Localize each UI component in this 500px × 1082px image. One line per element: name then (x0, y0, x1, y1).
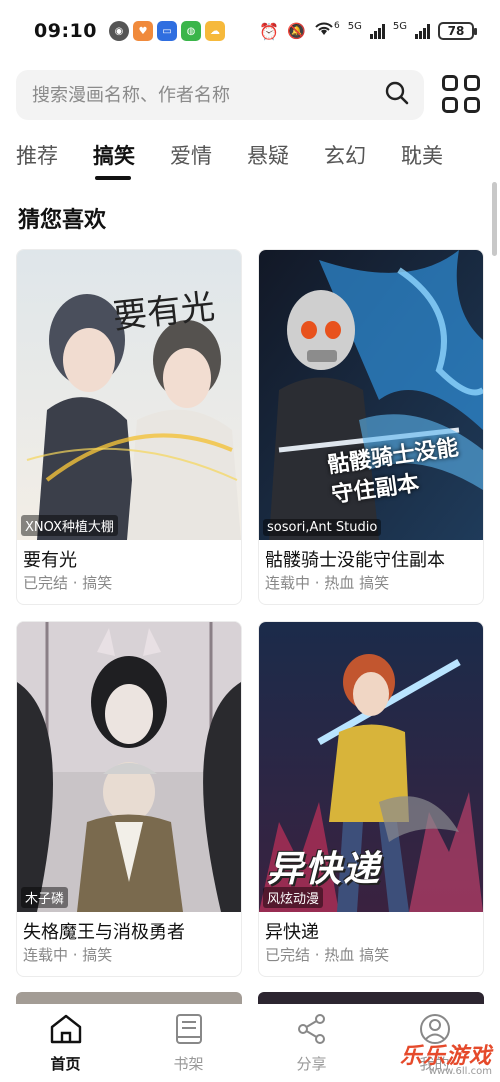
status-bar: 09:10 ◉ ♥ ▭ ◍ ☁ ⏰ 🔕 6 5G 5G 78 (0, 0, 500, 62)
comic-cover[interactable]: 异快递 风炫动漫 (259, 622, 483, 912)
section-title: 猜您喜欢 (18, 208, 107, 233)
nav-home[interactable]: 首页 (16, 1013, 116, 1074)
tab-fantasy[interactable]: 玄幻 (324, 136, 401, 180)
tab-comedy[interactable]: 搞笑 (93, 136, 170, 180)
weather-icon: ☁ (204, 21, 225, 41)
comic-card-peek[interactable] (258, 992, 484, 1004)
scrollbar[interactable] (492, 182, 497, 256)
search-bar[interactable] (16, 70, 424, 120)
book-icon (172, 1013, 206, 1049)
comic-title: 骷髅骑士没能守住副本 (265, 550, 445, 571)
comic-author: sosori,Ant Studio (263, 519, 382, 536)
category-tabs: 推荐 搞笑 爱情 悬疑 玄幻 耽美 (16, 136, 486, 182)
comic-card-peek[interactable] (16, 992, 242, 1004)
search-icon[interactable] (384, 80, 410, 110)
grid-cell (464, 75, 480, 91)
comic-card[interactable]: 异快递 风炫动漫 异快递 已完结 · 热血 搞笑 (258, 621, 484, 977)
tab-romance[interactable]: 爱情 (170, 136, 247, 180)
search-row (16, 68, 486, 122)
comic-author: 木子磷 (21, 887, 69, 908)
wifi-icon (314, 21, 334, 41)
network-label-3: 5G (392, 20, 407, 32)
alarm-icon: ⏰ (259, 21, 280, 41)
signal-icon-1 (369, 23, 385, 39)
comic-cover[interactable]: 骷髅骑士没能守住副本 sosori,Ant Studio (259, 250, 483, 540)
cover-title-art: 异快递 (267, 849, 382, 890)
app-notification-icon: ◉ (108, 21, 129, 41)
status-app-icons: ◉ ♥ ▭ ◍ ☁ (108, 21, 225, 41)
comic-title: 失格魔王与消极勇者 (23, 922, 185, 943)
comic-card[interactable]: 骷髅骑士没能守住副本 sosori,Ant Studio 骷髅骑士没能守住副本 … (258, 249, 484, 605)
tab-bl[interactable]: 耽美 (401, 136, 478, 180)
comic-card[interactable]: 木子磷 失格魔王与消极勇者 连载中 · 搞笑 (16, 621, 242, 977)
search-input[interactable] (32, 84, 384, 106)
comic-meta: 已完结 · 热血 搞笑 (265, 946, 390, 964)
comic-meta: 连载中 · 热血 搞笑 (265, 574, 390, 592)
category-grid-icon[interactable] (442, 75, 482, 115)
network-label-2: 5G (347, 20, 362, 32)
battery-level: 78 (447, 24, 465, 38)
grid-cell (442, 75, 458, 91)
grid-cell (442, 97, 458, 113)
wechat-icon: ◍ (180, 21, 201, 41)
nav-share-label: 分享 (296, 1054, 327, 1073)
battery-icon: 78 (438, 22, 477, 40)
comic-author: 风炫动漫 (263, 887, 324, 908)
tab-recommend[interactable]: 推荐 (16, 136, 93, 180)
grid-cell (464, 97, 480, 113)
comic-title: 异快递 (265, 922, 319, 943)
comic-cover[interactable]: 木子磷 (17, 622, 241, 912)
comic-meta: 已完结 · 搞笑 (23, 574, 113, 592)
comic-card[interactable]: 要有光 XNOX种植大棚 要有光 已完结 · 搞笑 (16, 249, 242, 605)
signal-icon-2 (415, 23, 430, 39)
app-blue-icon: ▭ (156, 21, 177, 41)
network-label-1: 6 (334, 21, 340, 31)
status-indicators: ⏰ 🔕 6 5G 5G 78 (259, 20, 477, 41)
nav-bookshelf-label: 书架 (173, 1054, 204, 1073)
home-icon (49, 1013, 83, 1049)
status-time: 09:10 (34, 20, 97, 42)
nav-bookshelf[interactable]: 书架 (139, 1013, 239, 1074)
nav-share[interactable]: 分享 (262, 1013, 362, 1074)
share-icon (295, 1013, 329, 1049)
watermark-logo: 乐乐游戏 www.6ll.com (400, 1038, 492, 1077)
tab-mystery[interactable]: 悬疑 (247, 136, 324, 180)
app-heart-icon: ♥ (132, 21, 153, 41)
comic-meta: 连载中 · 搞笑 (23, 946, 113, 964)
comic-cover[interactable]: 要有光 XNOX种植大棚 (17, 250, 241, 540)
mute-icon: 🔕 (287, 22, 307, 40)
nav-home-label: 首页 (50, 1054, 81, 1073)
comic-title: 要有光 (23, 550, 77, 571)
comic-author: XNOX种植大棚 (21, 515, 118, 536)
